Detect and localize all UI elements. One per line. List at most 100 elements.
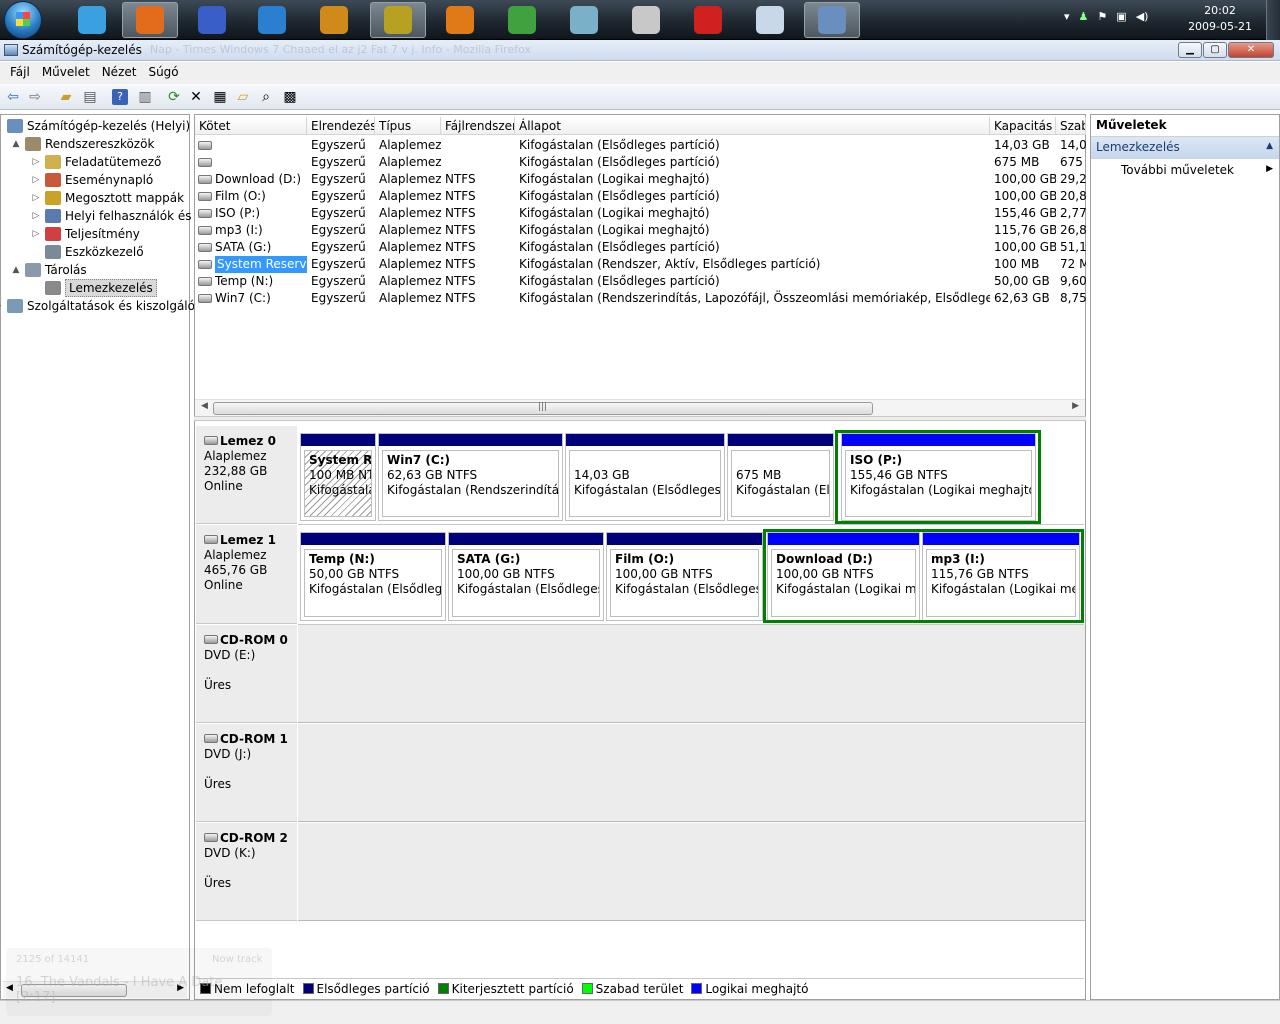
show-hide-action-pane-icon[interactable]: ▥ [137,89,153,105]
column-header-free[interactable]: Szabad [1056,117,1086,135]
up-folder-icon[interactable]: ▰ [58,89,74,105]
expander-icon[interactable]: ▷ [31,153,41,171]
expander-icon[interactable]: ▷ [0,297,3,315]
partition-block[interactable]: SATA (G:) 100,00 GB NTFS Kifogástalan (Els… [448,532,604,621]
cdrom-media-area[interactable] [298,823,1085,921]
volume-row[interactable]: mp3 (I:) Egyszerű Alaplemez NTFS Kifogástala… [195,222,1086,239]
tree-item-feladatütemező[interactable]: ▷ Feladatütemező [1,153,189,171]
volume-row[interactable]: Download (D:) Egyszerű Alaplemez NTFS Kifogá… [195,171,1086,188]
minimize-button[interactable]: ▁ [1178,42,1202,58]
cdrom-info-1[interactable]: CD-ROM 1 DVD (J:) Üres [196,724,297,822]
expander-icon[interactable]: ▷ [31,207,41,225]
partition-block[interactable]: Download (D:) 100,00 GB NTFS Kifogástalan … [767,532,920,621]
scroll-left-icon[interactable]: ◀ [201,401,208,411]
scroll-right-icon[interactable]: ▶ [1072,401,1079,411]
disk-info-1[interactable]: Lemez 1 Alaplemez 465,76 GB Online [196,525,297,624]
volume-row[interactable]: Egyszerű Alaplemez Kifogástalan (Elsődlege… [195,154,1086,171]
tree-item-tárolás[interactable]: ▲ Tárolás [1,261,189,279]
column-header-type[interactable]: Típus [375,117,441,135]
partition-block[interactable]: Film (O:) 100,00 GB NTFS Kifogástalan (Els… [606,532,763,621]
volume-icon[interactable]: ◀) [1136,10,1149,23]
volume-row[interactable]: ISO (P:) Egyszerű Alaplemez NTFS Kifogástala… [195,205,1086,222]
volume-row[interactable]: Win7 (C:) Egyszerű Alaplemez NTFS Kifogástal… [195,290,1086,307]
expander-icon[interactable]: ▷ [31,171,41,189]
volume-row[interactable]: Temp (N:) Egyszerű Alaplemez NTFS Kifogástal… [195,273,1086,290]
partition-block[interactable]: ISO (P:) 155,46 GB NTFS Kifogástalan (Logi… [841,433,1036,521]
partition-block[interactable]: System Res100 MB NTFKifogástalan [300,433,376,521]
expander-icon[interactable]: ▲ [11,135,21,153]
actions-section-disk-management[interactable]: Lemezkezelés ▲ [1091,137,1279,159]
collapse-icon[interactable]: ▲ [1266,141,1273,151]
partition-block[interactable]: Temp (N:) 50,00 GB NTFS Kifogástalan (Első… [300,532,446,621]
close-button[interactable]: ✕ [1228,42,1274,58]
tree-item-eseménynapló[interactable]: ▷ Eseménynapló [1,171,189,189]
network-user-icon[interactable]: ♟ [1079,10,1089,23]
cdrom-info-2[interactable]: CD-ROM 2 DVD (K:) Üres [196,823,297,921]
settings-icon[interactable]: ▩ [282,89,298,105]
volume-row[interactable]: Film (O:) Egyszerű Alaplemez NTFS Kifogástal… [195,188,1086,205]
menu-file[interactable]: Fájl [4,62,36,84]
tree-item-megosztott[interactable]: ▷ Megosztott mappák [1,189,189,207]
more-actions-item[interactable]: További műveletek ▶ [1091,159,1279,181]
volume-row[interactable]: System Reserved Egyszerű Alaplemez NTFS Kifo… [195,256,1086,273]
tray-arrow-icon[interactable]: ▾ [1064,10,1070,23]
volume-row[interactable]: SATA (G:) Egyszerű Alaplemez NTFS Kifogástal… [195,239,1086,256]
show-hide-tree-icon[interactable]: ▤ [82,89,98,105]
partition-block[interactable]: 675 MBKifogástalan (Első [727,433,834,521]
open-icon[interactable]: ▱ [235,89,251,105]
network-icon[interactable]: ▣ [1116,10,1126,23]
taskbar-calculator-button[interactable] [742,2,798,38]
tree-item-rendszereszközök[interactable]: ▲ Rendszereszközök [1,135,189,153]
taskbar-messenger-button[interactable] [64,2,120,38]
taskbar-utorrent-button[interactable] [494,2,550,38]
tree-item-szolgáltatások[interactable]: ▷Szolgáltatások és kiszolgálóalkalmazáso… [0,297,276,315]
taskbar-splat-button[interactable] [680,2,736,38]
disk-info-0[interactable]: Lemez 0 Alaplemez 232,88 GB Online [196,426,297,524]
taskbar-computer-management-button[interactable] [804,2,860,38]
properties-icon[interactable]: ▦ [212,89,228,105]
partition-block[interactable]: 14,03 GBKifogástalan (Elsődleges par [565,433,725,521]
cdrom-media-area[interactable] [298,724,1085,822]
pane-splitter[interactable] [194,416,1086,421]
taskbar-media-button[interactable] [556,2,612,38]
volume-row[interactable]: Egyszerű Alaplemez Kifogástalan (Elsődlege… [195,137,1086,154]
show-desktop-button[interactable] [1266,0,1280,40]
taskbar-info-button[interactable] [306,2,362,38]
taskbar-save-button[interactable] [184,2,240,38]
volume-list-horizontal-scrollbar[interactable]: ◀ ||| ▶ [195,399,1085,416]
column-header-capacity[interactable]: Kapacitás [990,117,1056,135]
tree-item-számítógép-kezelés[interactable]: Számítógép-kezelés (Helyi) [1,117,190,135]
column-header-volume[interactable]: Kötet [195,117,307,135]
back-icon[interactable]: ⇦ [5,89,21,105]
flag-icon[interactable]: ⚑ [1097,10,1107,23]
taskbar-winamp-button[interactable] [370,2,426,38]
menu-view[interactable]: Nézet [96,62,143,84]
menu-help[interactable]: Súgó [142,62,184,84]
taskbar-firefox-button[interactable] [122,2,178,38]
tree-item-lemezkezelés[interactable]: Lemezkezelés [1,279,189,297]
expander-icon[interactable]: ▷ [31,225,41,243]
tree-item-eszközkezelő[interactable]: Eszközkezelő [1,243,189,261]
tree-item-teljesítmény[interactable]: ▷ Teljesítmény [1,225,189,243]
column-header-layout[interactable]: Elrendezés [307,117,375,135]
forward-icon[interactable]: ⇨ [27,89,43,105]
refresh-icon[interactable]: ⟳ [166,89,182,105]
clock[interactable]: 20:02 2009-05-21 [1188,3,1252,35]
expander-icon[interactable]: ▲ [11,261,21,279]
scroll-thumb[interactable]: ||| [213,402,873,415]
taskbar-notepad-button[interactable] [618,2,674,38]
delete-icon[interactable]: ✕ [188,89,204,105]
partition-block[interactable]: Win7 (C:) 62,63 GB NTFS Kifogástalan (Rend… [378,433,563,521]
tree-item-helyi[interactable]: ▷ Helyi felhasználók és csoportok [1,207,254,225]
maximize-button[interactable]: ▢ [1203,42,1227,58]
start-button[interactable] [4,1,42,39]
cdrom-info-0[interactable]: CD-ROM 0 DVD (E:) Üres [196,625,297,723]
taskbar-thunderbird-button[interactable] [244,2,300,38]
help-icon[interactable]: ? [112,89,128,105]
partition-block[interactable]: mp3 (I:) 115,76 GB NTFS Kifogástalan (Logi… [922,532,1080,621]
taskbar-squirrel-button[interactable] [432,2,488,38]
find-icon[interactable]: ⌕ [258,89,274,105]
menu-action[interactable]: Művelet [36,62,96,84]
column-header-filesystem[interactable]: Fájlrendszer [441,117,515,135]
cdrom-media-area[interactable] [298,625,1085,723]
